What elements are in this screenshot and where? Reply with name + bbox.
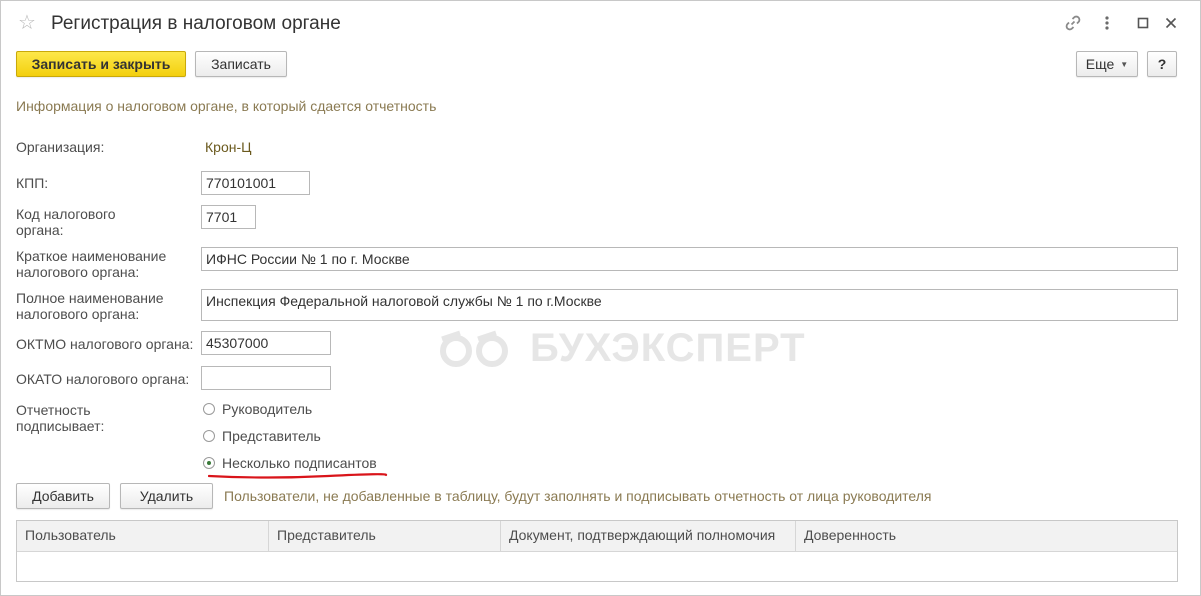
column-header-authority-document[interactable]: Документ, подтверждающий полномочия bbox=[501, 521, 796, 551]
organization-value-link[interactable]: Крон-Ц bbox=[205, 139, 251, 155]
radio-button-selected[interactable] bbox=[203, 457, 215, 469]
signer-option-label: Несколько подписантов bbox=[222, 455, 377, 471]
signers-table[interactable]: Пользователь Представитель Документ, под… bbox=[16, 520, 1178, 582]
more-menu-icon[interactable] bbox=[1098, 13, 1116, 33]
column-header-representative[interactable]: Представитель bbox=[269, 521, 501, 551]
okato-field[interactable] bbox=[201, 366, 331, 390]
signer-option-director[interactable]: Руководитель bbox=[203, 401, 312, 417]
watermark: БУХЭКСПЕРТ bbox=[436, 326, 806, 371]
chevron-down-icon: ▼ bbox=[1120, 59, 1129, 69]
favorite-star-icon[interactable]: ☆ bbox=[18, 12, 36, 34]
short-name-label-line2: налогового органа: bbox=[16, 264, 140, 280]
window-title: Регистрация в налоговом органе bbox=[51, 13, 341, 34]
kpp-field[interactable] bbox=[201, 171, 310, 195]
more-dropdown-button[interactable]: Еще ▼ bbox=[1076, 51, 1138, 77]
full-name-label: Полное наименование налогового органа: bbox=[16, 290, 164, 322]
close-icon[interactable] bbox=[1162, 13, 1180, 33]
tax-code-label: Код налогового органа: bbox=[16, 206, 116, 238]
column-header-user[interactable]: Пользователь bbox=[17, 521, 269, 551]
signer-label-line1: Отчетность bbox=[16, 402, 91, 418]
column-header-power-of-attorney[interactable]: Доверенность bbox=[796, 521, 1177, 551]
full-name-field[interactable]: Инспекция Федеральной налоговой службы №… bbox=[201, 289, 1178, 321]
organization-label: Организация: bbox=[16, 139, 105, 155]
tax-code-label-line2: органа: bbox=[16, 222, 64, 238]
kpp-label: КПП: bbox=[16, 175, 49, 191]
delete-button[interactable]: Удалить bbox=[120, 483, 213, 509]
short-name-field[interactable] bbox=[201, 247, 1178, 271]
form-window: ☆ Регистрация в налоговом органе Записат… bbox=[0, 0, 1201, 596]
okato-label: ОКАТО налогового органа: bbox=[16, 371, 190, 387]
maximize-icon[interactable] bbox=[1134, 13, 1152, 33]
more-dropdown-label: Еще bbox=[1085, 56, 1115, 72]
short-name-label-line1: Краткое наименование bbox=[16, 248, 167, 264]
tax-code-field[interactable] bbox=[201, 205, 256, 229]
radio-button[interactable] bbox=[203, 403, 215, 415]
signer-option-representative[interactable]: Представитель bbox=[203, 428, 321, 444]
signers-note: Пользователи, не добавленные в таблицу, … bbox=[224, 488, 932, 504]
save-and-close-button[interactable]: Записать и закрыть bbox=[16, 51, 186, 77]
add-button[interactable]: Добавить bbox=[16, 483, 110, 509]
save-button[interactable]: Записать bbox=[195, 51, 287, 77]
table-header: Пользователь Представитель Документ, под… bbox=[17, 521, 1177, 552]
oktmo-field[interactable] bbox=[201, 331, 331, 355]
red-underline-annotation bbox=[208, 473, 388, 479]
tax-code-label-line1: Код налогового bbox=[16, 206, 116, 222]
full-name-label-line2: налогового органа: bbox=[16, 306, 140, 322]
full-name-label-line1: Полное наименование bbox=[16, 290, 164, 306]
signer-option-label: Представитель bbox=[222, 428, 321, 444]
help-button[interactable]: ? bbox=[1147, 51, 1177, 77]
oktmo-label: ОКТМО налогового органа: bbox=[16, 336, 194, 352]
short-name-label: Краткое наименование налогового органа: bbox=[16, 248, 166, 280]
watermark-text: БУХЭКСПЕРТ bbox=[530, 326, 806, 370]
signer-option-label: Руководитель bbox=[222, 401, 313, 417]
signer-label-line2: подписывает: bbox=[16, 418, 105, 434]
link-icon[interactable] bbox=[1064, 13, 1082, 33]
info-text: Информация о налоговом органе, в который… bbox=[16, 98, 437, 114]
watermark-logo-icon bbox=[440, 330, 508, 367]
signer-option-multiple[interactable]: Несколько подписантов bbox=[203, 455, 377, 471]
radio-button[interactable] bbox=[203, 430, 215, 442]
signer-label: Отчетность подписывает: bbox=[16, 402, 104, 434]
